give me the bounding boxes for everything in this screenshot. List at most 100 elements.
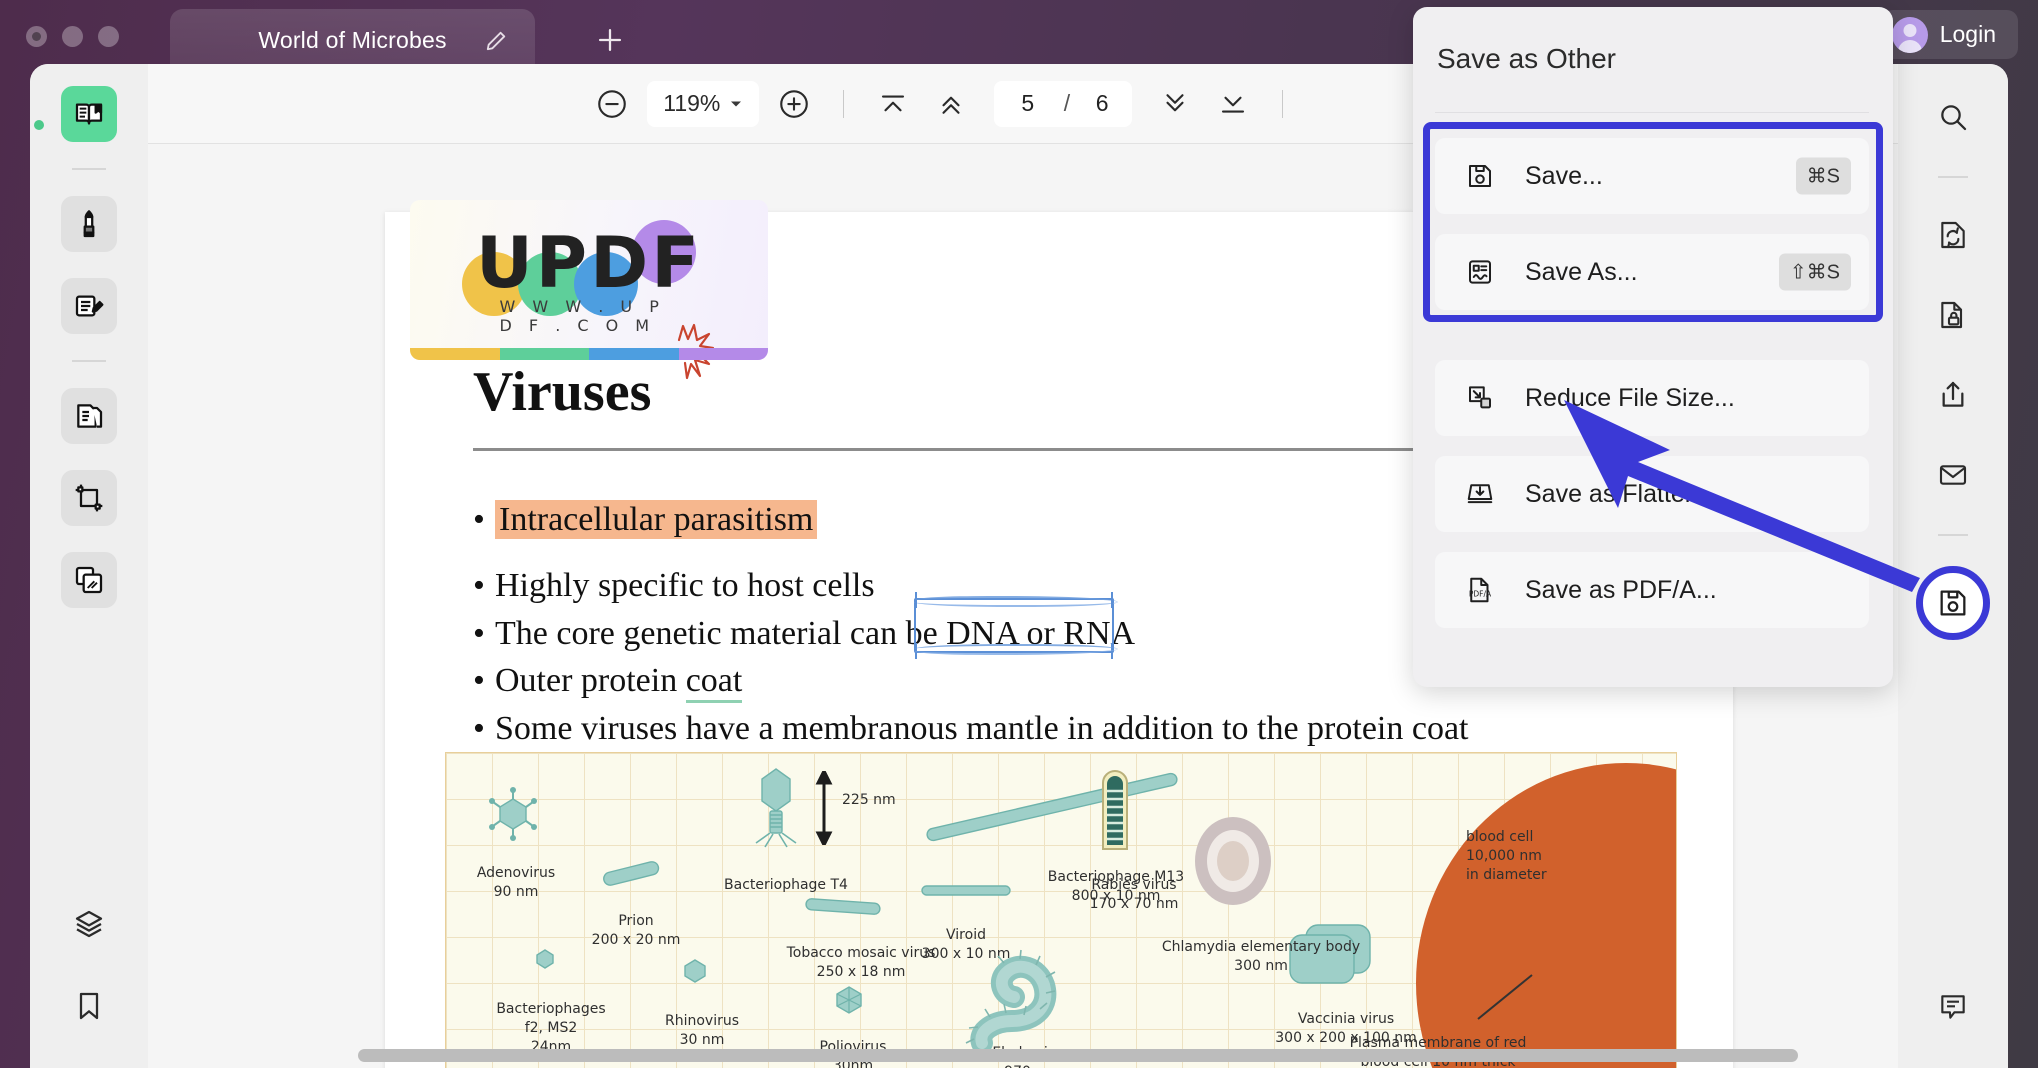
menu-item-save-as-pdfa[interactable]: PDF/A Save as PDF/A... [1435, 552, 1869, 628]
maximize-window-button[interactable] [98, 26, 119, 47]
highlighted-text: Intracellular parasitism [495, 500, 817, 539]
share-button[interactable] [1926, 368, 1980, 422]
login-button[interactable]: Login [1882, 10, 2018, 59]
bookmark-icon [73, 990, 105, 1022]
floppy-save-icon [1457, 161, 1503, 191]
zoom-level-value: 119% [663, 90, 720, 117]
menu-item-label: Save as PDF/A... [1525, 576, 1717, 605]
toolbar-divider [843, 90, 844, 118]
menu-divider [1435, 112, 1869, 113]
sidebar-item-highlight-tool[interactable] [61, 196, 117, 252]
menu-item-save[interactable]: Save... ⌘S [1435, 138, 1869, 214]
total-pages-label: 6 [1076, 90, 1128, 117]
svg-text:PDF/A: PDF/A [1469, 589, 1492, 598]
horizontal-scrollbar[interactable] [358, 1049, 1798, 1062]
pencil-icon[interactable] [485, 30, 507, 52]
bullet-text: Outer protein coat [495, 662, 742, 703]
label-chlamydia: Chlamydia elementary body300 nm [1126, 919, 1396, 976]
zoom-in-button[interactable] [765, 75, 823, 133]
updf-url: W W W . U P D F . C O M [500, 297, 679, 335]
right-toolbar [1898, 64, 2008, 1068]
menu-item-reduce-file-size[interactable]: Reduce File Size... [1435, 360, 1869, 436]
edit-document-icon [73, 290, 105, 322]
annotation-handle[interactable] [1111, 643, 1113, 659]
rail-divider [72, 360, 106, 362]
zoom-level-select[interactable]: 119% [647, 81, 759, 127]
menu-title: Save as Other [1437, 43, 1616, 75]
zoom-out-icon [595, 87, 629, 121]
sidebar-item-layers[interactable] [61, 896, 117, 952]
convert-pdf-button[interactable] [1926, 208, 1980, 262]
sidebar-item-compare-files[interactable] [61, 552, 117, 608]
comment-bubble-icon [1937, 991, 1969, 1023]
minimize-window-button[interactable] [62, 26, 83, 47]
next-page-icon [1160, 89, 1190, 119]
close-window-button[interactable] [26, 26, 47, 47]
bullet-item: •Some viruses have a membranous mantle i… [473, 710, 1468, 748]
menu-item-save-as-flatten[interactable]: Save as Flatten... [1435, 456, 1869, 532]
book-reader-icon [73, 98, 105, 130]
label-red-blood-cell: blood cell 10,000 nm in diameter [1466, 809, 1626, 885]
sidebar-item-reader-mode[interactable] [61, 86, 117, 142]
rhinovirus-shape [682, 958, 708, 984]
zoom-out-button[interactable] [583, 75, 641, 133]
first-page-icon [878, 89, 908, 119]
page-organize-icon [73, 400, 105, 432]
envelope-icon [1937, 459, 1969, 491]
crop-icon [73, 482, 105, 514]
rail-divider [1938, 176, 1968, 178]
sidebar-item-edit-pdf[interactable] [61, 278, 117, 334]
pdfa-document-icon: PDF/A [1457, 575, 1503, 605]
sidebar-item-organize-pages[interactable] [61, 388, 117, 444]
document-tab[interactable]: World of Microbes [170, 9, 535, 72]
email-button[interactable] [1926, 448, 1980, 502]
first-page-button[interactable] [864, 75, 922, 133]
poliovirus-shape [834, 985, 864, 1015]
rail-divider [1938, 534, 1968, 536]
label-bacteriophage-t4: Bacteriophage T4 [696, 857, 876, 895]
sidebar-item-bookmarks[interactable] [61, 978, 117, 1034]
membrane-leader-line [1476, 973, 1536, 1021]
next-page-button[interactable] [1146, 75, 1204, 133]
window-controls[interactable] [26, 26, 119, 47]
zoom-in-icon [777, 87, 811, 121]
bacteriophage-f2-shape [534, 948, 556, 970]
previous-page-button[interactable] [922, 75, 980, 133]
user-avatar-icon [1892, 17, 1928, 53]
text-annotation-box[interactable] [914, 598, 1114, 653]
rail-divider [72, 168, 106, 170]
reduce-file-size-icon [1457, 383, 1503, 413]
annotation-handle[interactable] [915, 643, 917, 659]
menu-item-label: Save... [1525, 162, 1603, 191]
new-tab-button[interactable] [590, 20, 630, 60]
rabies-virus-shape [1098, 761, 1132, 851]
toolbar-divider [1282, 90, 1283, 118]
bacteriophage-m13-shape [916, 767, 1186, 847]
last-page-icon [1218, 89, 1248, 119]
annotation-handle[interactable] [1111, 592, 1113, 608]
sidebar-item-crop-page[interactable] [61, 470, 117, 526]
prion-shape [601, 855, 661, 889]
comments-button[interactable] [1926, 980, 1980, 1034]
label-bacteriophages-f2-ms2: Bacteriophages f2, MS224nm [476, 981, 626, 1057]
menu-item-save-as[interactable]: Save As... ⇧⌘S [1435, 234, 1869, 310]
left-toolbar [30, 64, 148, 1068]
highlighter-icon [73, 208, 105, 240]
current-page-input[interactable]: 5 [998, 90, 1058, 117]
menu-item-label: Save As... [1525, 258, 1638, 287]
protect-pdf-button[interactable] [1926, 288, 1980, 342]
save-as-other-menu: Save as Other Save... ⌘S Save As... [1413, 7, 1893, 687]
search-icon [1937, 101, 1969, 133]
label-prion: Prion200 x 20 nm [556, 893, 716, 950]
updf-color-stripe [410, 348, 768, 360]
login-label: Login [1940, 21, 1996, 48]
page-separator: / [1058, 90, 1076, 117]
bullet-item: •Outer protein coat [473, 662, 742, 700]
last-page-button[interactable] [1204, 75, 1262, 133]
layers-icon [73, 908, 105, 940]
annotation-handle[interactable] [915, 592, 917, 608]
horizontal-scrollbar-thumb[interactable] [358, 1049, 1798, 1062]
save-as-other-button[interactable] [1916, 566, 1990, 640]
page-navigation[interactable]: 5 / 6 [994, 81, 1132, 127]
search-button[interactable] [1926, 90, 1980, 144]
